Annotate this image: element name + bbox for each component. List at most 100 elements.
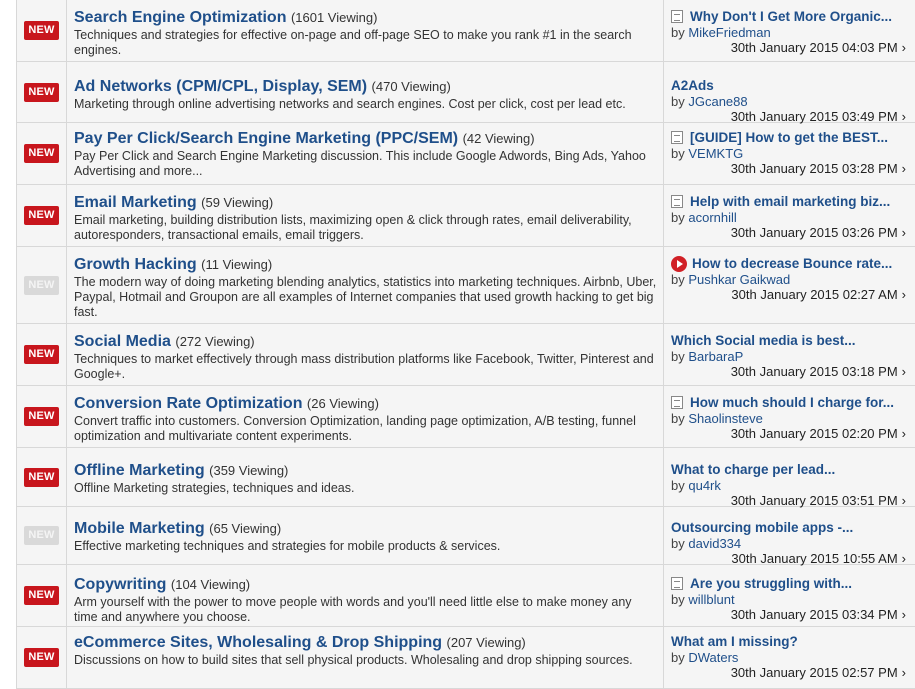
forum-title-link[interactable]: Email Marketing bbox=[74, 194, 197, 211]
new-badge: NEW bbox=[24, 526, 59, 545]
by-label: by bbox=[671, 210, 685, 225]
forum-description: Discussions on how to build sites that s… bbox=[74, 653, 633, 667]
author-link[interactable]: MikeFriedman bbox=[688, 25, 770, 40]
forum-info: eCommerce Sites, Wholesaling & Drop Ship… bbox=[67, 627, 664, 688]
forum-info: Conversion Rate Optimization (26 Viewing… bbox=[67, 386, 664, 447]
play-icon bbox=[671, 255, 687, 272]
last-post: [GUIDE] How to get the BEST... by VEMKTG… bbox=[664, 123, 915, 184]
forum-title-link[interactable]: Search Engine Optimization bbox=[74, 9, 286, 26]
post-date: 30th January 2015 03:28 PM › bbox=[671, 161, 908, 177]
forum-info: Pay Per Click/Search Engine Marketing (P… bbox=[67, 123, 664, 184]
doc-icon bbox=[671, 396, 683, 409]
post-date-text: 30th January 2015 02:20 PM bbox=[730, 426, 898, 441]
last-post: A2Ads by JGcane88 30th January 2015 03:4… bbox=[664, 62, 915, 124]
post-date: 30th January 2015 02:57 PM › bbox=[671, 665, 908, 681]
forum-title-link[interactable]: eCommerce Sites, Wholesaling & Drop Ship… bbox=[74, 634, 442, 651]
chevron-right-icon[interactable]: › bbox=[902, 607, 906, 623]
last-thread-link[interactable]: A2Ads bbox=[671, 77, 714, 94]
forum-title-link[interactable]: Ad Networks (CPM/CPL, Display, SEM) bbox=[74, 78, 367, 95]
forum-title-link[interactable]: Offline Marketing bbox=[74, 462, 205, 479]
status-cell: NEW bbox=[17, 0, 67, 61]
last-thread-link[interactable]: How much should I charge for... bbox=[690, 394, 894, 411]
doc-icon bbox=[671, 10, 683, 23]
author-link[interactable]: Shaolinsteve bbox=[688, 411, 762, 426]
status-cell: NEW bbox=[17, 185, 67, 246]
author-link[interactable]: acornhill bbox=[688, 210, 736, 225]
author-link[interactable]: willblunt bbox=[688, 592, 734, 607]
new-badge: NEW bbox=[24, 648, 59, 667]
post-date-text: 30th January 2015 03:26 PM bbox=[730, 225, 898, 240]
last-thread-link[interactable]: Are you struggling with... bbox=[690, 575, 852, 592]
forum-description: Convert traffic into customers. Conversi… bbox=[74, 414, 636, 443]
post-date-text: 30th January 2015 10:55 AM bbox=[731, 551, 898, 566]
author-link[interactable]: VEMKTG bbox=[688, 146, 743, 161]
forum-title-link[interactable]: Pay Per Click/Search Engine Marketing (P… bbox=[74, 130, 458, 147]
by-label: by bbox=[671, 349, 685, 364]
chevron-right-icon[interactable]: › bbox=[902, 161, 906, 177]
forum-row: NEW Search Engine Optimization (1601 Vie… bbox=[17, 0, 915, 62]
forum-row: NEW Social Media (272 Viewing) Technique… bbox=[17, 324, 915, 386]
new-badge: NEW bbox=[24, 21, 59, 40]
new-badge: NEW bbox=[24, 586, 59, 605]
forum-description: Pay Per Click and Search Engine Marketin… bbox=[74, 149, 646, 178]
chevron-right-icon[interactable]: › bbox=[902, 426, 906, 442]
forum-description: Offline Marketing strategies, techniques… bbox=[74, 481, 355, 495]
forum-title-link[interactable]: Mobile Marketing bbox=[74, 520, 205, 537]
by-line: by VEMKTG bbox=[671, 146, 908, 161]
by-label: by bbox=[671, 478, 685, 493]
post-date: 30th January 2015 04:03 PM › bbox=[671, 40, 908, 56]
last-thread-link[interactable]: What to charge per lead... bbox=[671, 461, 835, 478]
forum-description: Arm yourself with the power to move peop… bbox=[74, 595, 632, 624]
forum-info: Ad Networks (CPM/CPL, Display, SEM) (470… bbox=[67, 62, 664, 122]
post-date-text: 30th January 2015 02:27 AM bbox=[731, 287, 898, 302]
viewing-count: (104 Viewing) bbox=[170, 577, 251, 592]
post-date: 30th January 2015 02:20 PM › bbox=[671, 426, 908, 442]
last-post: Are you struggling with... by willblunt … bbox=[664, 565, 915, 626]
forum-title-link[interactable]: Conversion Rate Optimization bbox=[74, 395, 302, 412]
forum-description: Techniques to market effectively through… bbox=[74, 352, 654, 381]
post-date: 30th January 2015 03:34 PM › bbox=[671, 607, 908, 623]
last-thread-link[interactable]: Why Don't I Get More Organic... bbox=[690, 8, 892, 25]
last-thread-link[interactable]: Help with email marketing biz... bbox=[690, 193, 890, 210]
forum-info: Mobile Marketing (65 Viewing) Effective … bbox=[67, 507, 664, 564]
chevron-right-icon[interactable]: › bbox=[902, 40, 906, 56]
chevron-right-icon[interactable]: › bbox=[902, 364, 906, 380]
chevron-right-icon[interactable]: › bbox=[902, 225, 906, 241]
author-link[interactable]: qu4rk bbox=[688, 478, 721, 493]
chevron-right-icon[interactable]: › bbox=[902, 287, 906, 303]
post-date: 30th January 2015 02:27 AM › bbox=[671, 287, 908, 303]
last-thread-link[interactable]: [GUIDE] How to get the BEST... bbox=[690, 129, 888, 146]
viewing-count: (65 Viewing) bbox=[209, 521, 282, 536]
by-line: by BarbaraP bbox=[671, 349, 908, 364]
by-label: by bbox=[671, 146, 685, 161]
forum-row: NEW Conversion Rate Optimization (26 Vie… bbox=[17, 386, 915, 448]
last-post: Why Don't I Get More Organic... by MikeF… bbox=[664, 0, 915, 61]
last-thread-link[interactable]: How to decrease Bounce rate... bbox=[692, 255, 892, 272]
forum-info: Offline Marketing (359 Viewing) Offline … bbox=[67, 448, 664, 506]
by-label: by bbox=[671, 536, 685, 551]
new-badge: NEW bbox=[24, 275, 59, 295]
last-thread-link[interactable]: What am I missing? bbox=[671, 633, 798, 650]
author-link[interactable]: david334 bbox=[688, 536, 741, 551]
forum-title-link[interactable]: Copywriting bbox=[74, 576, 166, 593]
last-post: Which Social media is best... by Barbara… bbox=[664, 324, 915, 385]
chevron-right-icon[interactable]: › bbox=[902, 665, 906, 681]
doc-icon bbox=[671, 195, 683, 208]
forum-description: The modern way of doing marketing blendi… bbox=[74, 275, 657, 319]
forum-list: NEW Search Engine Optimization (1601 Vie… bbox=[16, 0, 915, 689]
author-link[interactable]: JGcane88 bbox=[688, 94, 747, 109]
author-link[interactable]: DWaters bbox=[688, 650, 738, 665]
last-thread-link[interactable]: Which Social media is best... bbox=[671, 332, 856, 349]
new-badge: NEW bbox=[24, 206, 59, 225]
author-link[interactable]: Pushkar Gaikwad bbox=[688, 272, 790, 287]
by-line: by david334 bbox=[671, 536, 908, 551]
by-line: by qu4rk bbox=[671, 478, 908, 493]
author-link[interactable]: BarbaraP bbox=[688, 349, 743, 364]
last-thread-link[interactable]: Outsourcing mobile apps -... bbox=[671, 519, 853, 536]
status-cell: NEW bbox=[17, 247, 67, 323]
forum-info: Growth Hacking (11 Viewing) The modern w… bbox=[67, 247, 664, 323]
viewing-count: (42 Viewing) bbox=[462, 131, 535, 146]
forum-title-link[interactable]: Social Media bbox=[74, 333, 171, 350]
forum-title-link[interactable]: Growth Hacking bbox=[74, 256, 197, 273]
viewing-count: (272 Viewing) bbox=[175, 334, 255, 349]
